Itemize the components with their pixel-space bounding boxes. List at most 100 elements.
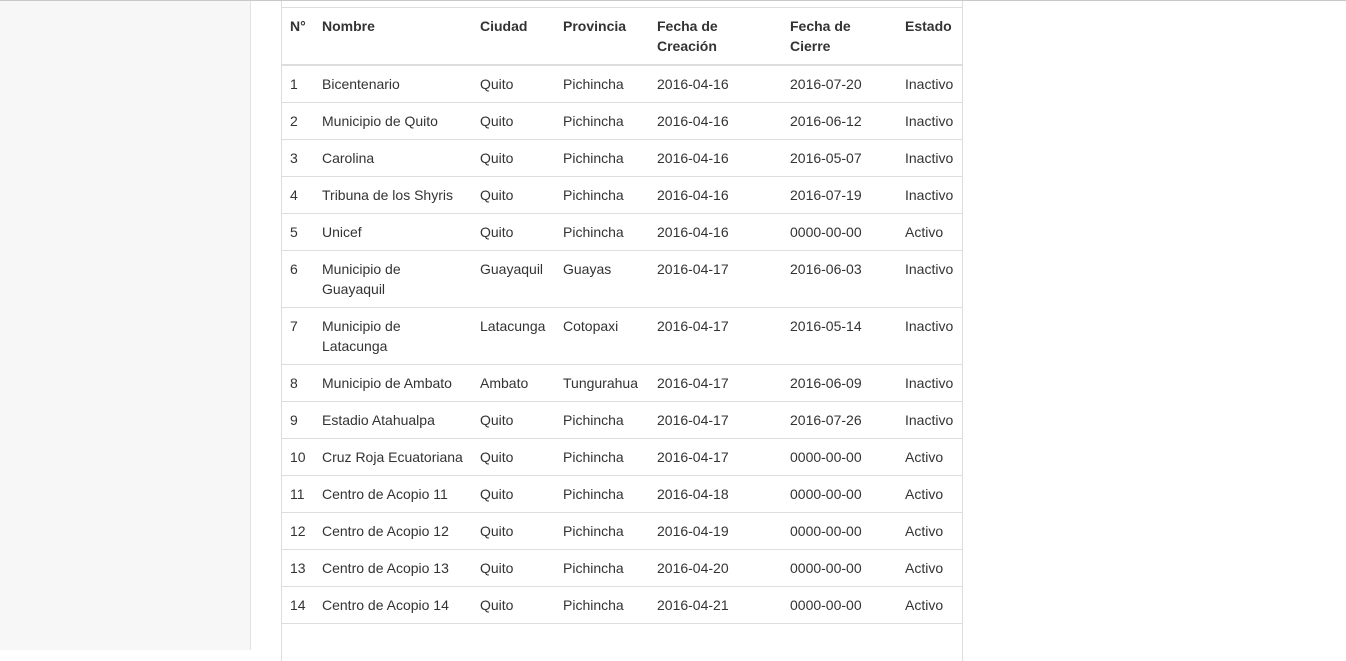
cell-numero: 9	[282, 401, 314, 439]
table-row: 6 Municipio de Guayaquil Guayaquil Guayas 20…	[282, 250, 962, 308]
cell-numero: 12	[282, 512, 314, 550]
cell-ciudad: Ambato	[472, 364, 555, 402]
main-content: N° Nombre Ciudad Provincia Fecha de Crea…	[251, 1, 1346, 661]
cell-nombre: Unicef	[314, 213, 472, 251]
cell-ciudad: Quito	[472, 176, 555, 214]
cell-nombre: Centro de Acopio 13	[314, 549, 472, 587]
cell-fecha-creacion: 2016-04-20	[649, 549, 782, 587]
cell-ciudad: Quito	[472, 139, 555, 177]
table-row: 8 Municipio de Ambato Ambato Tungurahua 2016…	[282, 364, 962, 402]
table-row: 10 Cruz Roja Ecuatoriana Quito Pichincha 201…	[282, 438, 962, 476]
cell-provincia: Pichincha	[555, 102, 649, 140]
cell-numero: 13	[282, 549, 314, 587]
header-estado: Estado	[897, 7, 962, 66]
table-row: 13 Centro de Acopio 13 Quito Pichincha 2016-…	[282, 549, 962, 587]
cell-numero: 4	[282, 176, 314, 214]
cell-fecha-cierre: 0000-00-00	[782, 586, 897, 624]
cell-fecha-creacion: 2016-04-16	[649, 139, 782, 177]
cell-nombre: Tribuna de los Shyris	[314, 176, 472, 214]
cell-provincia: Pichincha	[555, 401, 649, 439]
cell-estado: Inactivo	[897, 65, 962, 103]
cell-provincia: Pichincha	[555, 549, 649, 587]
cell-nombre: Bicentenario	[314, 65, 472, 103]
cell-fecha-cierre: 2016-07-26	[782, 401, 897, 439]
cell-estado: Inactivo	[897, 401, 962, 439]
cell-provincia: Cotopaxi	[555, 307, 649, 365]
cell-numero: 6	[282, 250, 314, 308]
cell-provincia: Pichincha	[555, 176, 649, 214]
cell-numero: 1	[282, 65, 314, 103]
cell-fecha-creacion: 2016-04-16	[649, 65, 782, 103]
cell-fecha-cierre: 0000-00-00	[782, 213, 897, 251]
cell-fecha-cierre: 2016-06-12	[782, 102, 897, 140]
cell-provincia: Pichincha	[555, 512, 649, 550]
cell-fecha-cierre: 0000-00-00	[782, 438, 897, 476]
cell-estado: Activo	[897, 512, 962, 550]
header-row: N° Nombre Ciudad Provincia Fecha de Crea…	[282, 7, 962, 66]
cell-estado: Inactivo	[897, 139, 962, 177]
cell-fecha-creacion: 2016-04-17	[649, 250, 782, 308]
cell-fecha-creacion: 2016-04-19	[649, 512, 782, 550]
cell-numero: 8	[282, 364, 314, 402]
cell-ciudad: Quito	[472, 65, 555, 103]
header-numero: N°	[282, 7, 314, 66]
cell-numero: 10	[282, 438, 314, 476]
cell-nombre: Centro de Acopio 14	[314, 586, 472, 624]
cell-fecha-creacion: 2016-04-16	[649, 102, 782, 140]
cell-nombre: Municipio de Latacunga	[314, 307, 472, 365]
cell-fecha-cierre: 2016-06-09	[782, 364, 897, 402]
cell-estado: Inactivo	[897, 102, 962, 140]
cell-provincia: Pichincha	[555, 438, 649, 476]
cell-estado: Inactivo	[897, 364, 962, 402]
table-body: 1 Bicentenario Quito Pichincha 2016-04-16 201…	[282, 65, 962, 624]
cell-nombre: Carolina	[314, 139, 472, 177]
cell-nombre: Centro de Acopio 11	[314, 475, 472, 513]
cell-fecha-cierre: 0000-00-00	[782, 475, 897, 513]
cell-numero: 14	[282, 586, 314, 624]
cell-estado: Inactivo	[897, 307, 962, 365]
cell-provincia: Guayas	[555, 250, 649, 308]
cell-estado: Inactivo	[897, 250, 962, 308]
cell-numero: 5	[282, 213, 314, 251]
cell-ciudad: Quito	[472, 475, 555, 513]
cell-ciudad: Quito	[472, 401, 555, 439]
cell-ciudad: Guayaquil	[472, 250, 555, 308]
cell-estado: Activo	[897, 438, 962, 476]
cell-provincia: Pichincha	[555, 65, 649, 103]
cell-nombre: Municipio de Guayaquil	[314, 250, 472, 308]
table-row: 4 Tribuna de los Shyris Quito Pichincha 2016…	[282, 176, 962, 214]
cell-fecha-creacion: 2016-04-17	[649, 307, 782, 365]
cell-provincia: Pichincha	[555, 475, 649, 513]
cell-numero: 11	[282, 475, 314, 513]
header-fecha-cierre: Fecha de Cierre	[782, 7, 897, 66]
cell-ciudad: Quito	[472, 586, 555, 624]
cell-numero: 3	[282, 139, 314, 177]
cell-fecha-creacion: 2016-04-21	[649, 586, 782, 624]
cell-ciudad: Quito	[472, 438, 555, 476]
table-container: N° Nombre Ciudad Provincia Fecha de Crea…	[281, 1, 963, 661]
table-row: 11 Centro de Acopio 11 Quito Pichincha 2016-…	[282, 475, 962, 513]
table-row: 3 Carolina Quito Pichincha 2016-04-16 2016-05…	[282, 139, 962, 177]
cell-numero: 7	[282, 307, 314, 365]
sidebar	[0, 1, 251, 650]
cell-estado: Activo	[897, 549, 962, 587]
cell-fecha-cierre: 2016-05-07	[782, 139, 897, 177]
cell-estado: Inactivo	[897, 176, 962, 214]
table-row: 12 Centro de Acopio 12 Quito Pichincha 2016-…	[282, 512, 962, 550]
table-row: 1 Bicentenario Quito Pichincha 2016-04-16 201…	[282, 65, 962, 103]
cell-fecha-cierre: 2016-06-03	[782, 250, 897, 308]
cell-estado: Activo	[897, 475, 962, 513]
header-ciudad: Ciudad	[472, 7, 555, 66]
cell-provincia: Pichincha	[555, 586, 649, 624]
table-header: N° Nombre Ciudad Provincia Fecha de Crea…	[282, 7, 962, 66]
cell-fecha-cierre: 2016-07-19	[782, 176, 897, 214]
cell-fecha-creacion: 2016-04-18	[649, 475, 782, 513]
cell-ciudad: Quito	[472, 549, 555, 587]
table-row: 2 Municipio de Quito Quito Pichincha 2016-04…	[282, 102, 962, 140]
table-row: 5 Unicef Quito Pichincha 2016-04-16 0000-00-0…	[282, 213, 962, 251]
cell-ciudad: Quito	[472, 102, 555, 140]
cell-ciudad: Latacunga	[472, 307, 555, 365]
cell-fecha-creacion: 2016-04-16	[649, 176, 782, 214]
cell-numero: 2	[282, 102, 314, 140]
header-provincia: Provincia	[555, 7, 649, 66]
